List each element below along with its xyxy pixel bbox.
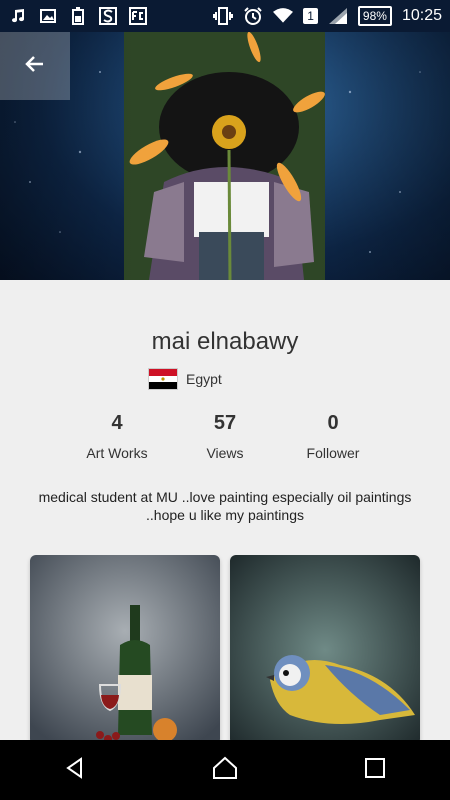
back-button[interactable]	[0, 32, 70, 100]
sim-badge: 1	[303, 8, 318, 24]
back-triangle-icon	[63, 756, 87, 785]
battery-level: 98%	[357, 6, 392, 26]
status-bar-left	[8, 6, 148, 26]
profile-portrait-photo	[124, 32, 325, 280]
stat-art-works[interactable]: 4 Art Works	[82, 412, 152, 461]
nav-home-button[interactable]	[201, 746, 249, 794]
stat-label: Views	[206, 445, 244, 461]
artwork-bird-image	[230, 555, 420, 740]
stat-label: Follower	[306, 445, 360, 461]
egypt-flag-icon	[148, 368, 178, 390]
stat-views: 57 Views	[190, 412, 260, 461]
system-nav-bar	[0, 740, 450, 800]
home-icon	[212, 756, 238, 785]
nav-recents-button[interactable]	[351, 746, 399, 794]
image-icon	[38, 6, 58, 26]
artworks-grid	[0, 555, 450, 740]
status-bar-right: 1 98% 10:25	[213, 6, 442, 26]
stat-value: 0	[327, 412, 339, 434]
s-app-icon	[98, 6, 118, 26]
stat-followers[interactable]: 0 Follower	[298, 412, 368, 461]
battery-saver-icon	[68, 6, 88, 26]
profile-bio: medical student at MU ..love painting es…	[38, 489, 412, 523]
artwork-card[interactable]	[30, 555, 220, 740]
wifi-icon	[273, 6, 294, 26]
profile-country: Egypt	[148, 368, 222, 390]
stat-value: 57	[213, 412, 237, 434]
profile-stats: 4 Art Works 57 Views 0 Follower	[0, 412, 450, 461]
artwork-still-life-image	[30, 555, 220, 740]
recents-square-icon	[364, 757, 386, 784]
stat-label: Art Works	[86, 445, 148, 461]
vibrate-icon	[213, 6, 234, 26]
music-note-icon	[8, 6, 28, 26]
clock: 10:25	[401, 7, 442, 24]
status-bar: 1 98% 10:25	[0, 0, 450, 32]
stat-value: 4	[111, 412, 123, 434]
alarm-icon	[243, 6, 263, 26]
country-label: Egypt	[186, 371, 222, 387]
battery-indicator: 98%	[357, 6, 392, 26]
fc-app-icon	[128, 6, 148, 26]
cover-image	[0, 32, 450, 280]
artwork-card[interactable]	[230, 555, 420, 740]
signal-icon	[328, 6, 348, 26]
back-arrow-icon	[23, 52, 47, 81]
profile-name: mai elnabawy	[151, 328, 299, 355]
portrait-illustration	[124, 32, 325, 280]
nav-back-button[interactable]	[51, 746, 99, 794]
